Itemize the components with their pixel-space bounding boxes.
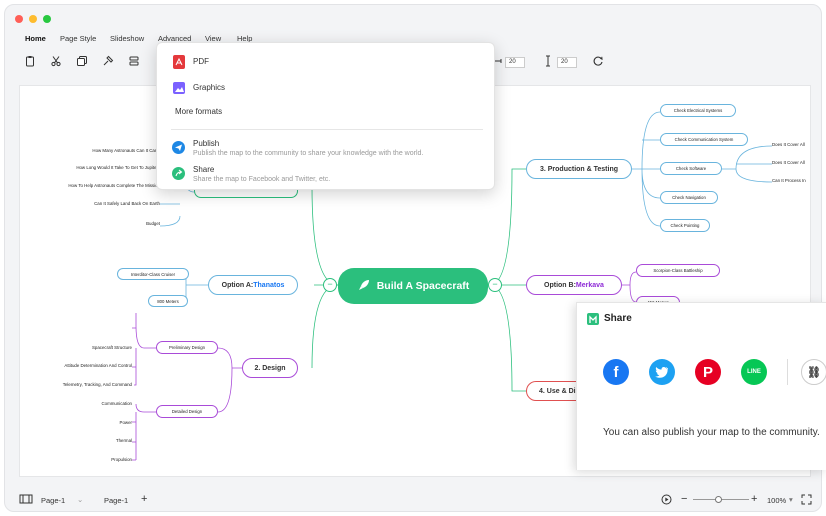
more-formats-item[interactable]: More formats: [175, 107, 222, 116]
leaf-land[interactable]: Can It Safely Land Back On Earth: [60, 201, 160, 206]
collapse-left-icon[interactable]: −: [323, 278, 337, 292]
add-page-icon[interactable]: +: [141, 493, 147, 505]
option-b-node[interactable]: Option B: Merkava: [526, 275, 622, 295]
node-preliminary-design[interactable]: Preliminary Design: [156, 341, 218, 354]
share-icon: [172, 167, 185, 180]
close-window-dot[interactable]: [15, 15, 23, 23]
share-panel-title: Share: [604, 313, 632, 324]
node-800-meters[interactable]: 800 Meters: [148, 295, 188, 307]
share-item-title[interactable]: Share: [193, 165, 214, 174]
export-graphics-item[interactable]: Graphics: [193, 83, 225, 92]
leaf-cover-1[interactable]: Does It Cover All: [772, 142, 805, 147]
layout-icon[interactable]: [127, 55, 141, 69]
menu-divider: [171, 129, 483, 130]
cut-icon[interactable]: [49, 55, 63, 69]
node-navigation[interactable]: Check Navigation: [660, 191, 718, 204]
maximize-window-dot[interactable]: [43, 15, 51, 23]
leaf-process[interactable]: Can It Process In: [772, 178, 806, 183]
zoom-slider-handle[interactable]: [715, 496, 722, 503]
refresh-icon[interactable]: [591, 55, 605, 69]
node-pointing[interactable]: Check Pointing: [660, 219, 710, 232]
center-node-label: Build A Spacecraft: [376, 280, 470, 292]
collapse-right-icon[interactable]: −: [488, 278, 502, 292]
node-communication-system[interactable]: Check Communication System: [660, 133, 748, 146]
leaf-structure[interactable]: Spacecraft Structure: [40, 345, 132, 350]
facebook-icon[interactable]: f: [603, 359, 629, 385]
zoom-chevron-icon[interactable]: ▾: [789, 495, 793, 504]
production-node[interactable]: 3. Production & Testing: [526, 159, 632, 179]
fullscreen-icon[interactable]: [801, 494, 812, 507]
page-selector[interactable]: Page-1: [41, 496, 65, 505]
leaf-jupiter[interactable]: How Long Would It Take To Get To Jupiter: [40, 165, 158, 170]
leaf-astronauts[interactable]: How Many Astronauts Can It Carry: [60, 148, 160, 153]
leaf-attitude[interactable]: Attitude Determination And Control: [30, 363, 132, 368]
leaf-thermal[interactable]: Thermal: [90, 438, 132, 443]
zoom-out-icon[interactable]: −: [681, 493, 687, 505]
leaf-communication[interactable]: Communication: [70, 401, 132, 406]
publish-item-title[interactable]: Publish: [193, 139, 219, 148]
rocket-icon: [357, 278, 371, 295]
option-a-name: Thanatos: [253, 281, 285, 289]
graphics-icon: [173, 81, 185, 99]
node-detailed-design[interactable]: Detailed Design: [156, 405, 218, 418]
height-input[interactable]: 20: [557, 57, 577, 68]
publish-icon: [172, 141, 185, 154]
clipboard-icon[interactable]: [23, 55, 37, 69]
pdf-icon: [173, 55, 185, 74]
leaf-cover-2[interactable]: Does It Cover All: [772, 160, 805, 165]
menu-slideshow[interactable]: Slideshow: [110, 34, 144, 43]
leaf-budget[interactable]: Budget: [100, 221, 160, 226]
menu-page-style[interactable]: Page Style: [60, 34, 96, 43]
node-interditor[interactable]: Interditor-Class Cruiser: [117, 268, 189, 280]
share-divider: [787, 359, 788, 385]
export-dropdown-menu: PDF Graphics More formats Publish Publis…: [156, 42, 495, 190]
menu-home[interactable]: Home: [25, 34, 46, 43]
community-publish-text: You can also publish your map to the com…: [603, 427, 820, 438]
page-panel-icon[interactable]: [19, 493, 33, 507]
page-tab[interactable]: Page-1: [104, 496, 128, 505]
node-electrical[interactable]: Check Electrical Systems: [660, 104, 736, 117]
chevron-down-icon[interactable]: ⌄: [77, 495, 83, 504]
option-a-node[interactable]: Option A: Thanatos: [208, 275, 298, 295]
format-painter-icon[interactable]: [101, 55, 115, 69]
export-pdf-item[interactable]: PDF: [193, 57, 209, 66]
play-icon[interactable]: [661, 494, 672, 507]
design-node[interactable]: 2. Design: [242, 358, 298, 378]
zoom-in-icon[interactable]: +: [751, 493, 757, 505]
publish-item-desc: Publish the map to the community to shar…: [193, 150, 424, 157]
option-b-prefix: Option B:: [544, 281, 576, 289]
node-scorpion[interactable]: Scorpion-Class Battleship: [636, 264, 720, 277]
center-node[interactable]: Build A Spacecraft: [338, 268, 488, 304]
share-item-desc: Share the map to Facebook and Twitter, e…: [193, 176, 331, 183]
statusbar: Page-1 ⌄ Page-1 + − + 100% ▾: [5, 489, 821, 511]
node-software[interactable]: Check Software: [660, 162, 722, 175]
line-icon[interactable]: LINE: [741, 359, 767, 385]
option-a-prefix: Option A:: [221, 281, 254, 289]
leaf-propulsion[interactable]: Propulsion: [80, 457, 132, 462]
zoom-level[interactable]: 100%: [767, 496, 786, 505]
link-icon[interactable]: ⛓: [801, 359, 826, 385]
leaf-telemetry[interactable]: Telemetry, Tracking, And Command: [30, 382, 132, 387]
share-logo-icon: [587, 313, 599, 325]
height-icon: [541, 55, 555, 69]
leaf-mission[interactable]: How To Help Astronauts Complete The Miss…: [30, 183, 160, 188]
minimize-window-dot[interactable]: [29, 15, 37, 23]
copy-icon[interactable]: [75, 55, 89, 69]
twitter-icon[interactable]: [649, 359, 675, 385]
leaf-power[interactable]: Power: [90, 420, 132, 425]
option-b-name: Merkava: [575, 281, 604, 289]
width-input[interactable]: 20: [505, 57, 525, 68]
pinterest-icon[interactable]: P: [695, 359, 721, 385]
share-panel: Share f P LINE ⛓ You can also publish yo…: [576, 302, 826, 470]
